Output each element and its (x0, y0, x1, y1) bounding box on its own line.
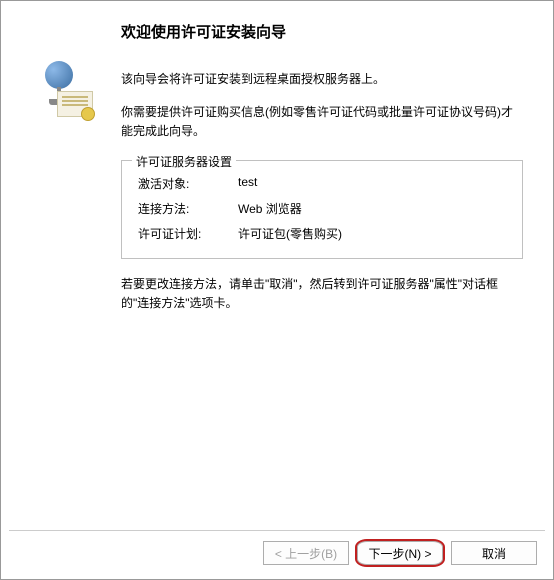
setting-row-plan: 许可证计划: 许可证包(零售购买) (138, 225, 506, 242)
setting-row-connection: 连接方法: Web 浏览器 (138, 200, 506, 217)
license-install-icon (31, 61, 91, 121)
value-plan: 许可证包(零售购买) (238, 225, 506, 242)
left-panel (21, 21, 121, 530)
back-button: < 上一步(B) (263, 541, 349, 565)
wizard-title: 欢迎使用许可证安装向导 (121, 21, 523, 42)
group-title: 许可证服务器设置 (132, 153, 236, 170)
wizard-window: 欢迎使用许可证安装向导 该向导会将许可证安装到远程桌面授权服务器上。 你需要提供… (0, 0, 554, 580)
intro-text-1: 该向导会将许可证安装到远程桌面授权服务器上。 (121, 70, 523, 89)
right-panel: 欢迎使用许可证安装向导 该向导会将许可证安装到远程桌面授权服务器上。 你需要提供… (121, 21, 533, 530)
label-plan: 许可证计划: (138, 225, 238, 242)
label-connection: 连接方法: (138, 200, 238, 217)
wizard-footer: < 上一步(B) 下一步(N) > 取消 (1, 531, 553, 579)
content-area: 欢迎使用许可证安装向导 该向导会将许可证安装到远程桌面授权服务器上。 你需要提供… (1, 1, 553, 530)
label-activation: 激活对象: (138, 175, 238, 192)
setting-row-activation: 激活对象: test (138, 175, 506, 192)
intro-text-2: 你需要提供许可证购买信息(例如零售许可证代码或批量许可证协议号码)才能完成此向导… (121, 103, 523, 141)
value-activation: test (238, 175, 506, 192)
server-settings-group: 许可证服务器设置 激活对象: test 连接方法: Web 浏览器 许可证计划:… (121, 160, 523, 259)
value-connection: Web 浏览器 (238, 200, 506, 217)
next-button[interactable]: 下一步(N) > (357, 541, 443, 565)
cancel-button[interactable]: 取消 (451, 541, 537, 565)
note-text: 若要更改连接方法，请单击"取消"，然后转到许可证服务器"属性"对话框的"连接方法… (121, 275, 523, 313)
